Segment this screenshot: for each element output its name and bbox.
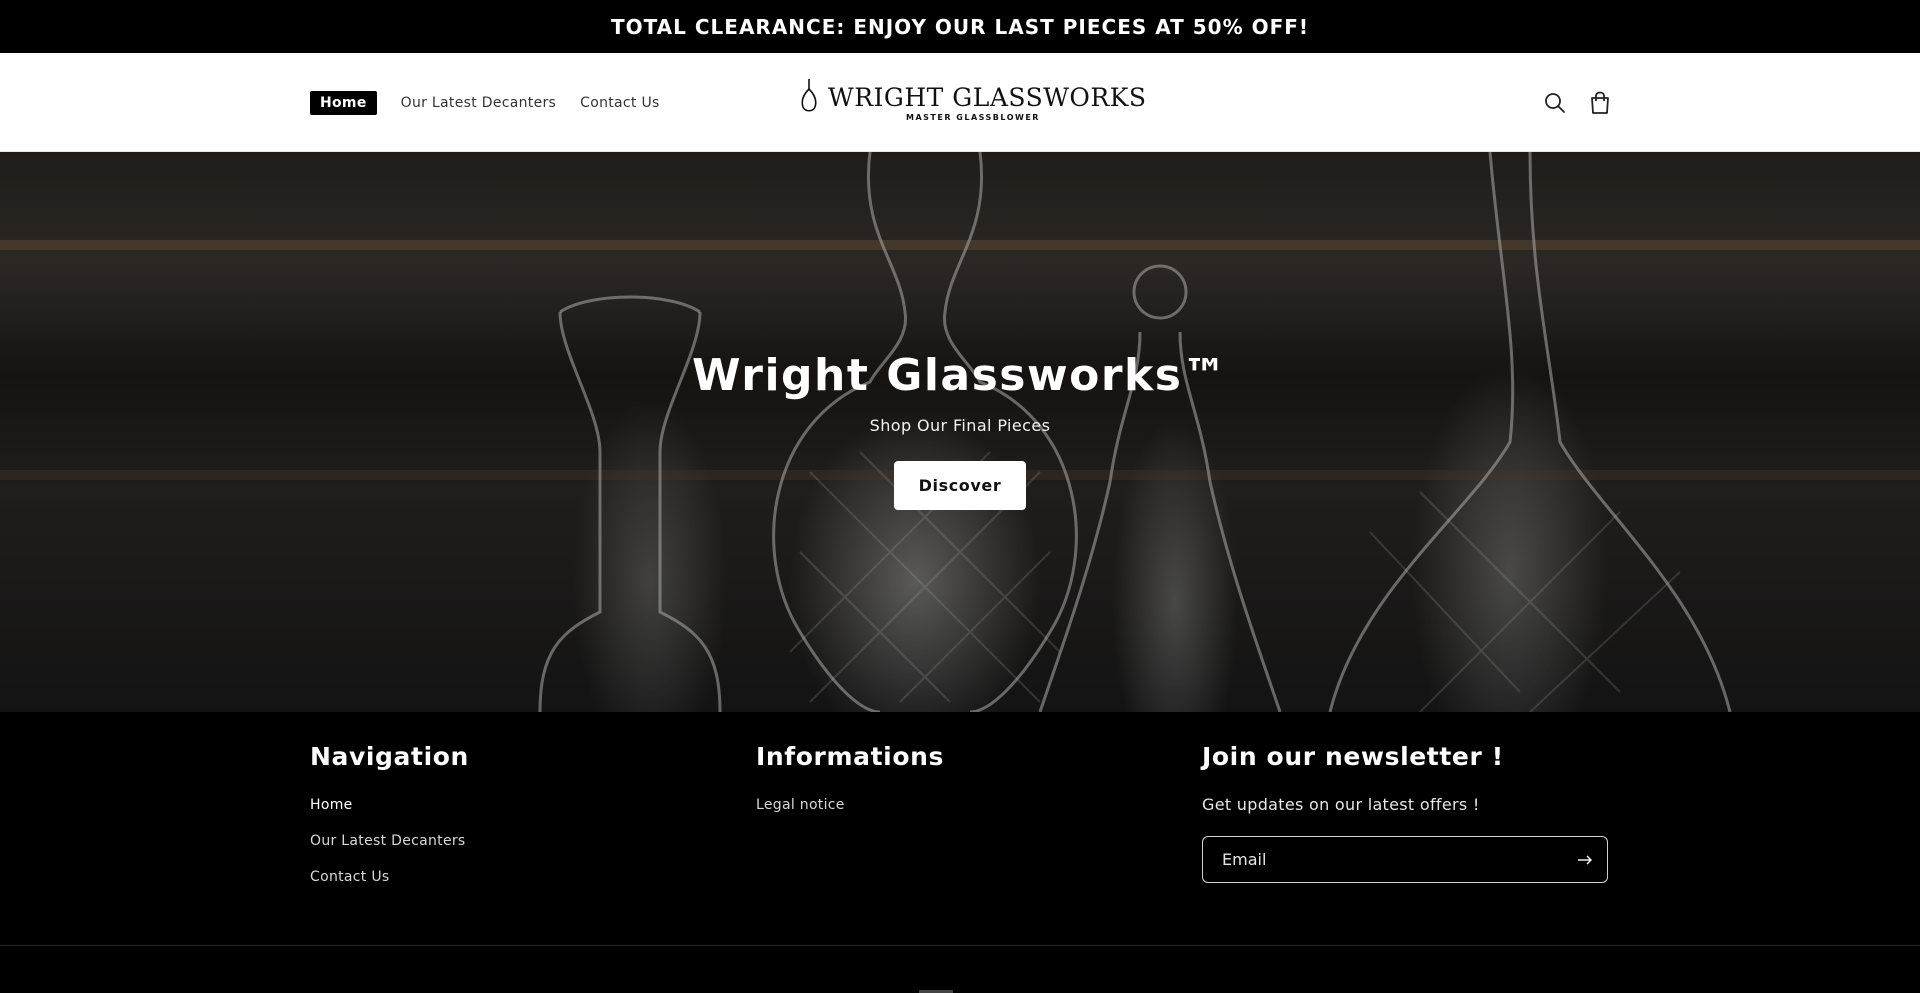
decanter-logo-icon <box>801 79 817 112</box>
footer-link-contact-us[interactable]: Contact Us <box>310 869 469 885</box>
footer-informations: Informations Legal notice <box>756 742 944 833</box>
logo-tagline: MASTER GLASSBLOWER <box>906 113 1040 122</box>
nav-link-latest-decanters[interactable]: Our Latest Decanters <box>401 95 557 111</box>
hero-subtitle: Shop Our Final Pieces <box>869 416 1051 435</box>
footer-informations-list: Legal notice <box>756 797 944 813</box>
hero-content: Wright Glassworks™ Shop Our Final Pieces… <box>0 152 1920 712</box>
discover-button[interactable]: Discover <box>894 461 1026 510</box>
footer-navigation-heading: Navigation <box>310 742 469 771</box>
site-footer: Navigation Home Our Latest Decanters Con… <box>0 712 1920 993</box>
footer-navigation: Navigation Home Our Latest Decanters Con… <box>310 742 469 905</box>
footer-link-legal-notice[interactable]: Legal notice <box>756 797 944 813</box>
newsletter-text: Get updates on our latest offers ! <box>1202 795 1480 814</box>
footer-newsletter: Join our newsletter ! Get updates on our… <box>1202 742 1608 883</box>
announcement-bar: TOTAL CLEARANCE: ENJOY OUR LAST PIECES A… <box>0 0 1920 53</box>
footer-informations-heading: Informations <box>756 742 944 771</box>
newsletter-heading: Join our newsletter ! <box>1202 742 1504 771</box>
hero-banner: Wright Glassworks™ Shop Our Final Pieces… <box>0 152 1920 712</box>
announcement-text: TOTAL CLEARANCE: ENJOY OUR LAST PIECES A… <box>610 14 1310 39</box>
footer-link-home[interactable]: Home <box>310 797 469 813</box>
main-nav: Home Our Latest Decanters Contact Us <box>310 53 684 152</box>
hero-title: Wright Glassworks™ <box>691 350 1228 401</box>
footer-divider <box>0 945 1920 946</box>
cart-icon[interactable] <box>1586 89 1614 117</box>
site-header: Home Our Latest Decanters Contact Us WRI… <box>0 53 1920 152</box>
footer-navigation-list: Home Our Latest Decanters Contact Us <box>310 797 469 885</box>
nav-link-contact-us[interactable]: Contact Us <box>580 95 659 111</box>
logo-brand: WRIGHT GLASSWORKS <box>828 83 1147 112</box>
arrow-right-icon[interactable] <box>1577 852 1593 868</box>
nav-link-home[interactable]: Home <box>310 90 377 115</box>
site-logo[interactable]: WRIGHT GLASSWORKS MASTER GLASSBLOWER <box>798 77 1146 127</box>
newsletter-form <box>1202 836 1608 883</box>
footer-link-latest-decanters[interactable]: Our Latest Decanters <box>310 833 469 849</box>
email-input[interactable] <box>1203 837 1563 882</box>
search-icon[interactable] <box>1541 89 1569 117</box>
